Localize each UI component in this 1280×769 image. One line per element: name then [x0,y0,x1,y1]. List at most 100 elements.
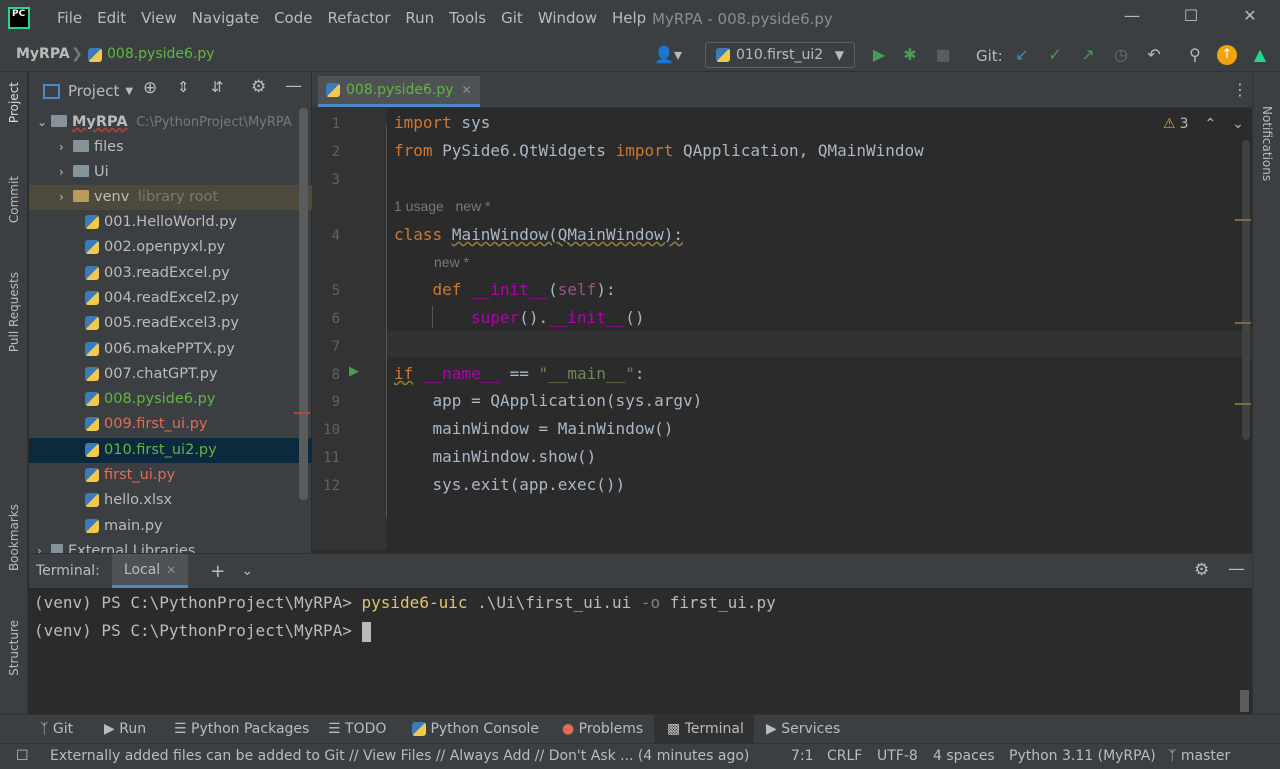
tree-folder-ui[interactable]: › Ui [29,160,341,185]
menu-tools[interactable]: Tools [449,9,486,27]
tree-root[interactable]: ⌄ MyRPA C:\PythonProject\MyRPA [29,110,319,135]
close-icon[interactable]: ✕ [1235,6,1265,30]
scrollbar[interactable] [299,108,308,500]
line-number: 9 [331,394,340,410]
collapse-all-icon[interactable]: ⇵ [211,78,224,96]
project-panel-title[interactable]: Project [68,82,119,100]
close-tab-icon[interactable]: ✕ [462,75,472,105]
menu-file[interactable]: File [57,9,82,27]
python-file-icon [85,392,99,407]
file-label: 003.readExcel.py [104,264,230,281]
run-icon[interactable]: ▶ [868,44,890,66]
new-hint[interactable]: new * [434,254,469,270]
inspection-widget[interactable]: ⚠ 3 ⌃ ⌄ [1163,116,1244,132]
chevron-up-icon[interactable]: ⌃ [1204,116,1216,132]
git-update-icon[interactable]: ↙ [1011,44,1033,66]
chevron-down-icon[interactable]: ⌄ [241,563,253,579]
side-tab-structure[interactable]: Structure [7,620,21,676]
add-icon[interactable]: + [210,561,225,582]
tree-folder-files[interactable]: › files [29,135,341,160]
menu-code[interactable]: Code [274,9,312,27]
gear-icon[interactable]: ⚙ [1194,560,1209,580]
terminal-scrollbar[interactable] [1240,690,1249,712]
menu-run[interactable]: Run [405,9,434,27]
tool-run[interactable]: ▶ Run [104,721,146,737]
run-config-select[interactable]: 010.first_ui2 ▼ [705,42,855,68]
left-tool-stripe: Project Commit Pull Requests Bookmarks S… [0,72,28,714]
menu-refactor[interactable]: Refactor [327,9,390,27]
caret-position[interactable]: 7:1 [791,748,814,764]
hide-panel-icon[interactable]: — [285,76,302,96]
tool-todo[interactable]: ☰ TODO [328,721,386,737]
menu-help[interactable]: Help [612,9,646,27]
chevron-right-icon: › [59,140,64,154]
tree-folder-venv[interactable]: › venv library root [29,185,341,210]
run-icon: ▶ [104,721,115,737]
git-commit-icon[interactable]: ✓ [1044,44,1066,66]
breadcrumb-project[interactable]: MyRPA [16,46,70,62]
line-number: 11 [323,450,340,466]
debug-icon[interactable]: ✱ [899,44,921,66]
warning-marker[interactable] [1235,322,1251,324]
status-message[interactable]: Externally added files can be added to G… [50,748,749,764]
side-tab-project[interactable]: Project [7,82,21,123]
python-file-icon [85,468,99,482]
search-icon[interactable]: ⚲ [1184,44,1206,66]
terminal-tab-local[interactable]: Local ✕ [111,554,189,588]
line-number: 8 [331,367,340,383]
warning-marker[interactable] [1235,219,1251,221]
expand-all-icon[interactable]: ⇕ [177,78,190,96]
history-icon[interactable]: ◷ [1110,44,1132,66]
side-tab-notifications[interactable]: Notifications [1260,106,1274,181]
chevron-down-icon: ⌄ [37,115,48,129]
file-encoding[interactable]: UTF-8 [877,748,918,764]
tool-python-console[interactable]: Python Console [412,721,539,737]
tool-terminal[interactable]: ▩ Terminal [667,721,744,737]
jetbrains-icon[interactable]: ▲ [1249,44,1271,66]
menu-view[interactable]: View [141,9,177,27]
menu-window[interactable]: Window [538,9,597,27]
tab-008-pyside6[interactable]: 008.pyside6.py ✕ [318,76,480,107]
tool-python-packages[interactable]: ☰ Python Packages [174,721,309,737]
error-marker [294,412,310,414]
menu-edit[interactable]: Edit [97,9,126,27]
tool-git[interactable]: ᛉ Git [40,721,73,737]
usage-hint[interactable]: 1 usage new * [394,198,491,214]
side-tab-commit[interactable]: Commit [7,176,21,223]
breadcrumb-file[interactable]: 008.pyside6.py [107,46,215,62]
menu-navigate[interactable]: Navigate [192,9,259,27]
python-interpreter[interactable]: Python 3.11 (MyRPA) [1009,748,1156,764]
tree-external-libraries[interactable]: › External Libraries [29,541,319,553]
menu-git[interactable]: Git [501,9,523,27]
run-gutter-icon[interactable]: ▶ [349,364,359,379]
hide-panel-icon[interactable]: — [1228,559,1245,579]
tool-services[interactable]: ▶ Services [766,721,840,737]
more-icon[interactable]: ⋮ [1232,80,1248,99]
side-tab-pull-requests[interactable]: Pull Requests [7,272,21,352]
side-tab-bookmarks[interactable]: Bookmarks [7,504,21,571]
minimize-icon[interactable]: — [1117,6,1147,30]
indent-guide [386,126,387,518]
stop-icon[interactable]: ■ [932,44,954,66]
maximize-icon[interactable]: ☐ [1176,6,1206,30]
chevron-down-icon[interactable]: ⌄ [1232,116,1244,132]
layout-toggle-icon[interactable]: ☐ [16,748,29,764]
line-separator[interactable]: CRLF [827,748,862,764]
update-icon[interactable]: ↑ [1217,45,1237,65]
gear-icon[interactable]: ⚙ [251,77,266,97]
git-branch[interactable]: ᛉ master [1168,748,1230,764]
tool-problems[interactable]: ● Problems [562,721,643,737]
python-file-icon [85,240,99,255]
close-tab-icon[interactable]: ✕ [166,563,176,577]
editor-scrollbar[interactable] [1242,140,1250,440]
chevron-down-icon: ▼ [125,85,134,97]
terminal-cursor [361,621,371,642]
indent-setting[interactable]: 4 spaces [933,748,995,764]
rollback-icon[interactable]: ↶ [1143,44,1165,66]
user-dropdown-icon[interactable]: 👤▾ [650,44,686,66]
folder-label: Ui [94,164,109,180]
locate-icon[interactable]: ⊕ [143,78,157,98]
git-push-icon[interactable]: ↗ [1077,44,1099,66]
folder-icon [73,190,89,202]
warning-marker[interactable] [1235,403,1251,405]
